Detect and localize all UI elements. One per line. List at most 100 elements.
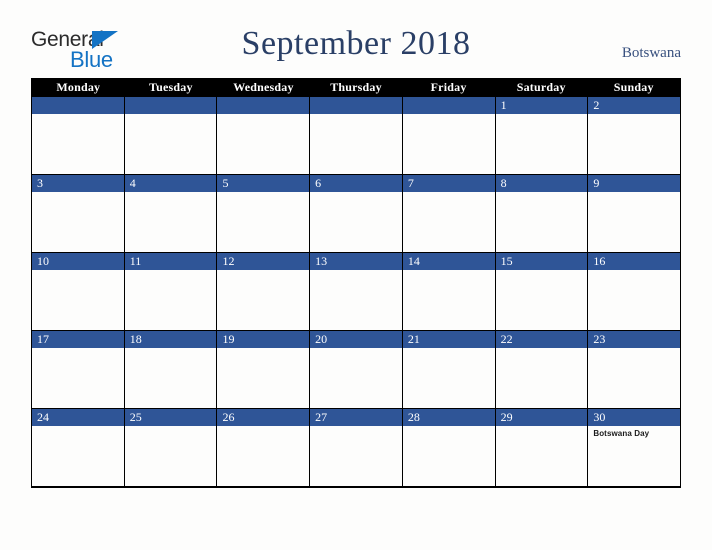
date-number: 6 (315, 176, 322, 190)
calendar-day-cell-14[interactable]: 14 (402, 253, 496, 330)
day-of-week-thursday: Thursday (330, 80, 382, 94)
date-bar: 21 (402, 331, 495, 348)
country-label: Botswana (621, 45, 681, 61)
calendar-day-cell-11[interactable]: 11 (124, 253, 218, 330)
calendar-day-cell-29[interactable]: 29 (495, 409, 589, 486)
date-bar: 25 (124, 409, 217, 426)
calendar-day-cell-5[interactable]: 5 (217, 175, 311, 252)
date-bar: 7 (402, 175, 495, 192)
date-bar: 22 (495, 331, 588, 348)
day-of-week-friday: Friday (430, 80, 467, 94)
date-number: 25 (129, 410, 142, 424)
calendar-day-cell-13[interactable]: 13 (310, 253, 403, 330)
date-number: 15 (500, 254, 513, 268)
day-of-week-header-row: Monday Tuesday Wednesday Thursday Friday Satu… (32, 78, 680, 97)
calendar-day-cell-7[interactable]: 7 (402, 175, 496, 252)
calendar-day-cell-17[interactable]: 17 (32, 331, 125, 408)
calendar-day-cell-15[interactable]: 15 (495, 253, 589, 330)
date-bar (217, 97, 310, 114)
date-bar: 27 (310, 409, 402, 426)
date-number: 12 (222, 254, 235, 268)
date-number: 16 (593, 254, 606, 268)
calendar-day-cell-empty[interactable] (217, 97, 311, 174)
date-bar: 3 (32, 175, 124, 192)
calendar-day-cell-1[interactable]: 1 (495, 97, 589, 174)
calendar-page: General Blue September 2018 Botswana Mon… (0, 0, 712, 550)
event-label: Botswana Day (593, 429, 650, 438)
calendar-day-cell-empty[interactable] (402, 97, 496, 174)
date-number: 11 (129, 254, 142, 268)
date-bar: 17 (32, 331, 124, 348)
date-bar: 20 (310, 331, 402, 348)
calendar-day-cell-22[interactable]: 22 (495, 331, 589, 408)
calendar-day-cell-10[interactable]: 10 (32, 253, 125, 330)
calendar-day-cell-21[interactable]: 21 (402, 331, 496, 408)
date-number: 26 (222, 410, 235, 424)
calendar-week-row: 17 18 19 20 21 22 23 (32, 330, 681, 408)
date-bar: 28 (402, 409, 495, 426)
calendar-day-cell-28[interactable]: 28 (402, 409, 496, 486)
date-number: 17 (37, 332, 49, 346)
calendar-day-cell-8[interactable]: 8 (495, 175, 589, 252)
date-bar: 10 (32, 253, 124, 270)
date-bar: 4 (124, 175, 217, 192)
calendar-day-cell-27[interactable]: 27 (310, 409, 403, 486)
date-number: 2 (593, 98, 600, 112)
calendar-day-cell-16[interactable]: 16 (588, 253, 681, 330)
calendar-day-cell-12[interactable]: 12 (217, 253, 311, 330)
event-list: Botswana Day (588, 426, 680, 439)
date-bar: 9 (588, 175, 681, 192)
calendar-day-cell-4[interactable]: 4 (124, 175, 218, 252)
calendar-day-cell-23[interactable]: 23 (588, 331, 681, 408)
calendar-week-row: 10 11 12 13 14 15 16 (32, 252, 681, 330)
date-number: 30 (593, 410, 606, 424)
date-bar (32, 97, 124, 114)
day-of-week-tuesday: Tuesday (149, 80, 193, 94)
date-number: 14 (407, 254, 420, 268)
calendar-day-cell-empty[interactable] (32, 97, 125, 174)
calendar-weeks: 1 2 3 4 5 6 7 8 9 10 11 12 13 14 15 16 17 18 19 20 21 22 23 24 2… (32, 97, 681, 486)
date-number: 8 (500, 176, 507, 190)
day-of-week-wednesday: Wednesday (233, 80, 294, 94)
calendar-day-cell-19[interactable]: 19 (217, 331, 311, 408)
date-number: 24 (37, 410, 49, 424)
calendar-week-row: 12 (32, 97, 681, 174)
page-title: September 2018 (241, 25, 471, 62)
date-number: 22 (500, 332, 513, 346)
calendar-day-cell-24[interactable]: 24 (32, 409, 125, 486)
date-bar: 13 (310, 253, 402, 270)
date-bar: 24 (32, 409, 124, 426)
date-bar: 2 (588, 97, 681, 114)
calendar-week-row: 24 25 26 27 28 29 30 Botswana Day (32, 408, 681, 486)
date-number: 1 (500, 98, 507, 112)
date-number: 7 (407, 176, 414, 190)
date-bar: 16 (588, 253, 681, 270)
calendar-day-cell-18[interactable]: 18 (124, 331, 218, 408)
date-number: 5 (222, 176, 229, 190)
date-bar: 6 (310, 175, 402, 192)
date-bar: 12 (217, 253, 310, 270)
calendar-day-cell-2[interactable]: 2 (588, 97, 681, 174)
date-number: 28 (407, 410, 420, 424)
day-of-week-sunday: Sunday (613, 80, 654, 94)
date-number: 23 (593, 332, 606, 346)
date-number: 21 (407, 332, 420, 346)
date-bar (124, 97, 217, 114)
calendar-day-cell-20[interactable]: 20 (310, 331, 403, 408)
calendar-day-cell-25[interactable]: 25 (124, 409, 218, 486)
date-number: 18 (129, 332, 142, 346)
calendar-day-cell-26[interactable]: 26 (217, 409, 311, 486)
calendar-day-cell-empty[interactable] (124, 97, 218, 174)
date-number: 19 (222, 332, 235, 346)
calendar-day-cell-empty[interactable] (310, 97, 403, 174)
date-bar: 18 (124, 331, 217, 348)
date-number: 4 (129, 176, 136, 190)
calendar-day-cell-6[interactable]: 6 (310, 175, 403, 252)
date-bar (310, 97, 402, 114)
calendar-day-cell-3[interactable]: 3 (32, 175, 125, 252)
calendar-day-cell-30[interactable]: 30 Botswana Day (588, 409, 681, 486)
calendar-grid: Monday Tuesday Wednesday Thursday Friday Satu… (31, 78, 681, 488)
calendar-day-cell-9[interactable]: 9 (588, 175, 681, 252)
date-bar: 5 (217, 175, 310, 192)
date-bar: 19 (217, 331, 310, 348)
